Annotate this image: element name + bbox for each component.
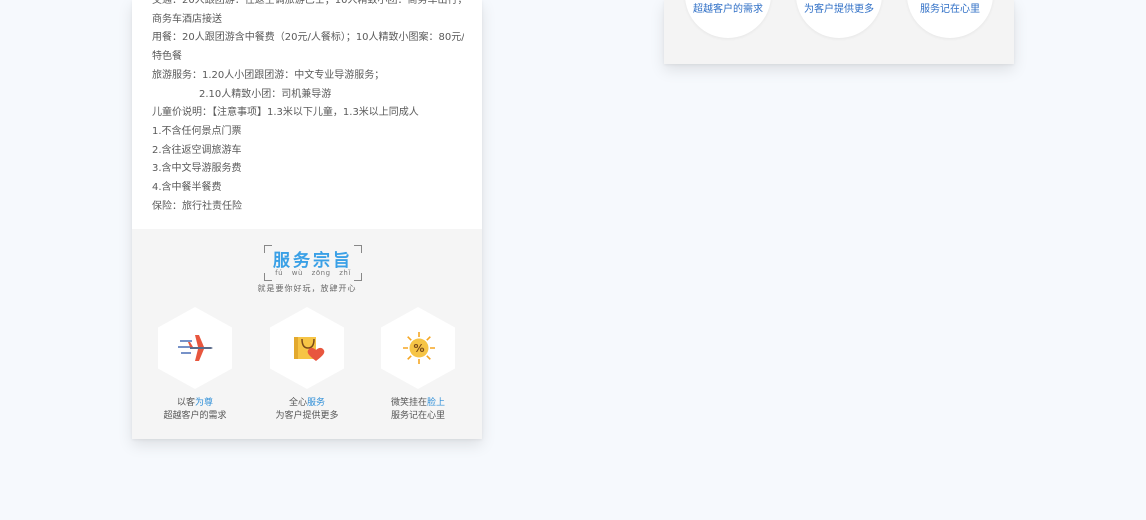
highlight-circle: 超越客户的需求 [685, 0, 771, 38]
feature-caption-desc: 为客户提供更多 [275, 411, 339, 421]
feature-caption-title: 全心服务 [288, 398, 326, 408]
feature-hexagon: % [381, 307, 455, 389]
logo-title: 服务宗旨 [273, 251, 353, 271]
feature-hexagon [158, 307, 232, 389]
tour-detail-card: 交通：20人跟团游：往返空调旅游巴士；10人精致小团：商务车出行， 商务车酒店接… [132, 0, 482, 439]
feature-caption-desc: 超越客户的需求 [163, 411, 227, 421]
detail-line-transport-cont: 商务车酒店接送 [152, 13, 222, 25]
service-tenet-section: 服务宗旨 fú wù zōng zhǐ 就是要你好玩，放肆开心 以客为尊 超越客… [132, 229, 482, 439]
highlight-label: 超越客户的需求 [693, 4, 763, 15]
service-highlights-card: 超越客户的需求 为客户提供更多 服务记在心里 [664, 0, 1014, 64]
highlight-circle: 为客户提供更多 [796, 0, 882, 38]
detail-line-tour-service-2: 2.10人精致小团：司机兼导游 [199, 88, 332, 100]
svg-text:%: % [413, 342, 424, 355]
highlight-label: 服务记在心里 [920, 4, 980, 15]
detail-line-meals-cont: 特色餐 [152, 51, 182, 63]
highlight-circle: 服务记在心里 [907, 0, 993, 38]
highlight-label: 为客户提供更多 [804, 4, 874, 15]
service-tenet-logo: 服务宗旨 fú wù zōng zhǐ [264, 245, 362, 281]
detail-line-meals: 用餐：20人跟团游含中餐费（20元/人餐标）；10人精致小图案：80元/人 [152, 32, 464, 44]
sun-percent-icon: % [403, 332, 435, 364]
shopping-bag-heart-icon [294, 337, 325, 361]
feature-caption-title: 以客为尊 [176, 398, 214, 408]
detail-line-item-1: 1.不含任何景点门票 [152, 125, 242, 137]
airplane-icon [178, 335, 213, 361]
feature-list: 以客为尊 超越客户的需求 全心服务 为客户提供更多 % 微笑挂在脸上 服务记在心… [132, 305, 482, 425]
detail-line-child-price: 儿童价说明：【注意事项】1.3米以下儿童，1.3米以上同成人 [152, 107, 419, 119]
detail-line-item-4: 4.含中餐半餐费 [152, 182, 222, 194]
feature-caption-desc: 服务记在心里 [390, 411, 445, 421]
detail-line-transport: 交通：20人跟团游：往返空调旅游巴士；10人精致小团：商务车出行， [152, 0, 464, 6]
service-slogan: 就是要你好玩，放肆开心 [257, 284, 357, 293]
feature-caption-title: 微笑挂在脸上 [390, 398, 446, 408]
detail-line-insurance: 保险：旅行社责任险 [152, 200, 242, 212]
detail-line-item-2: 2.含往返空调旅游车 [152, 144, 242, 156]
detail-line-tour-service: 旅游服务：1.20人小团跟团游：中文专业导游服务； [152, 69, 385, 81]
detail-line-item-3: 3.含中文导游服务费 [152, 163, 242, 175]
feature-hexagon [270, 307, 344, 389]
logo-pinyin: fú wù zōng zhǐ [275, 269, 351, 277]
tour-details-text: 交通：20人跟团游：往返空调旅游巴士；10人精致小团：商务车出行， 商务车酒店接… [132, 0, 482, 216]
